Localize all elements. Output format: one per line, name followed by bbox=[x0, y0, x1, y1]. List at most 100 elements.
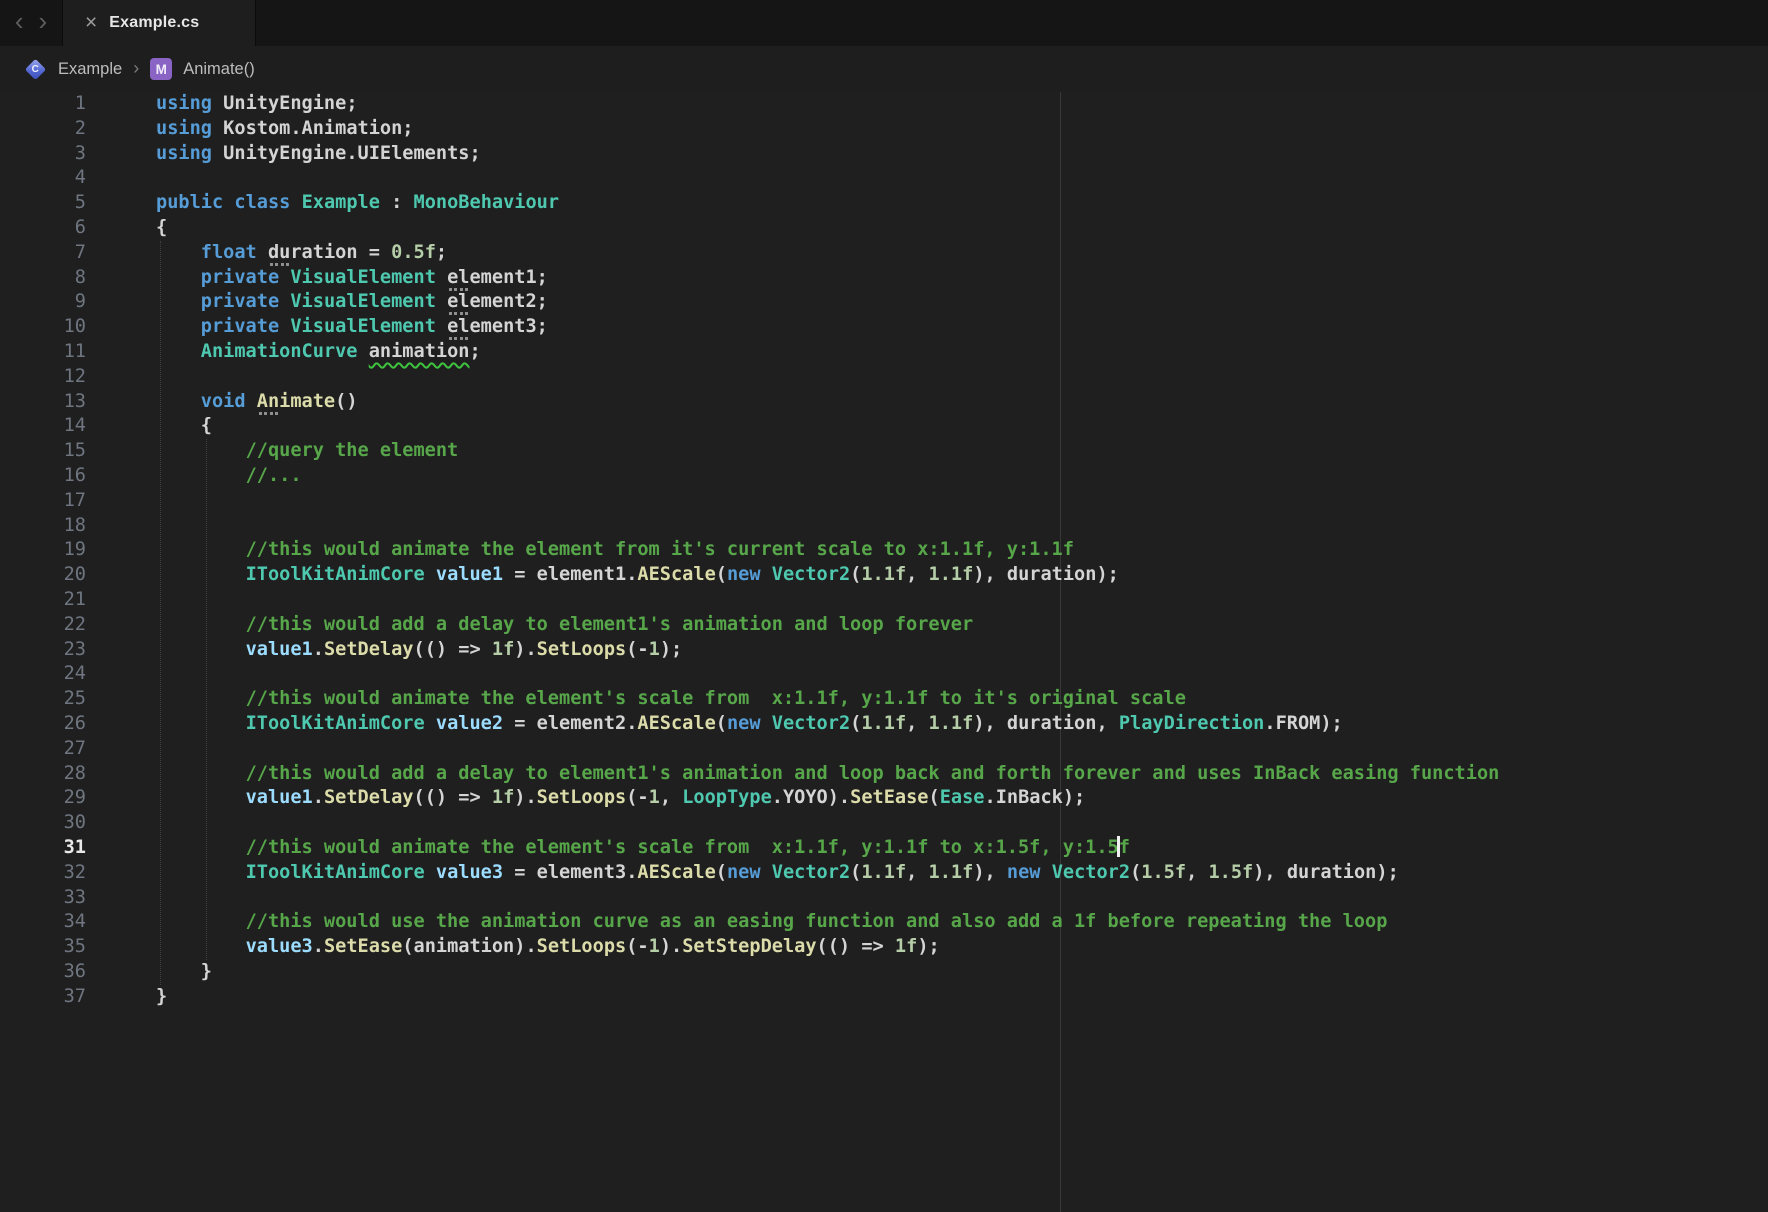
code-token: VisualElement bbox=[290, 291, 436, 312]
code-line[interactable]: 1using UnityEngine; bbox=[0, 92, 1768, 117]
breadcrumb-class[interactable]: Example bbox=[58, 60, 122, 79]
line-number[interactable]: 31 bbox=[0, 836, 86, 861]
tab-example-cs[interactable]: × Example.cs bbox=[62, 0, 256, 46]
code-line[interactable]: 12 bbox=[0, 365, 1768, 390]
code-line[interactable]: 25 //this would animate the element's sc… bbox=[0, 687, 1768, 712]
line-number[interactable]: 37 bbox=[0, 985, 86, 1010]
line-number[interactable]: 32 bbox=[0, 861, 86, 886]
code-line[interactable]: 4 bbox=[0, 166, 1768, 191]
line-number[interactable]: 36 bbox=[0, 960, 86, 985]
code-token: using bbox=[156, 93, 212, 114]
line-number[interactable]: 29 bbox=[0, 786, 86, 811]
code-token: 1f bbox=[492, 787, 514, 808]
code-token: float bbox=[201, 242, 257, 263]
line-number[interactable]: 13 bbox=[0, 390, 86, 415]
code-line[interactable]: 11 AnimationCurve animation; bbox=[0, 340, 1768, 365]
code-line[interactable]: 9 private VisualElement element2; bbox=[0, 290, 1768, 315]
line-number[interactable]: 17 bbox=[0, 489, 86, 514]
code-text: value1.SetDelay(() => 1f).SetLoops(-1, L… bbox=[156, 786, 1085, 811]
line-number[interactable]: 19 bbox=[0, 538, 86, 563]
line-number[interactable]: 3 bbox=[0, 142, 86, 167]
code-token: ; bbox=[436, 242, 447, 263]
code-token: , bbox=[660, 787, 682, 808]
code-line[interactable]: 23 value1.SetDelay(() => 1f).SetLoops(-1… bbox=[0, 638, 1768, 663]
code-line[interactable]: 29 value1.SetDelay(() => 1f).SetLoops(-1… bbox=[0, 786, 1768, 811]
code-line[interactable]: 18 bbox=[0, 514, 1768, 539]
breadcrumb-method[interactable]: Animate() bbox=[183, 60, 255, 79]
line-number[interactable]: 34 bbox=[0, 910, 86, 935]
code-token: . bbox=[313, 787, 324, 808]
code-token: 1 bbox=[649, 936, 660, 957]
line-number[interactable]: 21 bbox=[0, 588, 86, 613]
code-line[interactable]: 20 IToolKitAnimCore value1 = element1.AE… bbox=[0, 563, 1768, 588]
code-line[interactable]: 7 float duration = 0.5f; bbox=[0, 241, 1768, 266]
line-number[interactable]: 5 bbox=[0, 191, 86, 216]
code-line[interactable]: 19 //this would animate the element from… bbox=[0, 538, 1768, 563]
code-token: Vector2 bbox=[772, 713, 850, 734]
line-number[interactable]: 4 bbox=[0, 166, 86, 191]
code-line[interactable]: 16 //... bbox=[0, 464, 1768, 489]
code-line[interactable]: 34 //this would use the animation curve … bbox=[0, 910, 1768, 935]
line-number[interactable]: 1 bbox=[0, 92, 86, 117]
code-line[interactable]: 24 bbox=[0, 662, 1768, 687]
line-number[interactable]: 25 bbox=[0, 687, 86, 712]
line-number[interactable]: 16 bbox=[0, 464, 86, 489]
line-number[interactable]: 18 bbox=[0, 514, 86, 539]
line-number[interactable]: 14 bbox=[0, 414, 86, 439]
line-number[interactable]: 15 bbox=[0, 439, 86, 464]
nav-forward-icon[interactable]: › bbox=[39, 8, 48, 34]
code-editor[interactable]: 1using UnityEngine;2using Kostom.Animati… bbox=[0, 92, 1768, 1212]
code-text: //this would add a delay to element1's a… bbox=[156, 762, 1499, 787]
code-line[interactable]: 5public class Example : MonoBehaviour bbox=[0, 191, 1768, 216]
line-number[interactable]: 2 bbox=[0, 117, 86, 142]
code-line[interactable]: 2using Kostom.Animation; bbox=[0, 117, 1768, 142]
close-icon[interactable]: × bbox=[85, 12, 97, 33]
code-token: value2 bbox=[436, 713, 503, 734]
code-text: } bbox=[156, 985, 167, 1010]
line-number[interactable]: 24 bbox=[0, 662, 86, 687]
code-line[interactable]: 22 //this would add a delay to element1'… bbox=[0, 613, 1768, 638]
code-line[interactable]: 33 bbox=[0, 886, 1768, 911]
code-line[interactable]: 6{ bbox=[0, 216, 1768, 241]
code-line[interactable]: 14 { bbox=[0, 414, 1768, 439]
code-line[interactable]: 32 IToolKitAnimCore value3 = element3.AE… bbox=[0, 861, 1768, 886]
code-line[interactable]: 10 private VisualElement element3; bbox=[0, 315, 1768, 340]
line-number[interactable]: 6 bbox=[0, 216, 86, 241]
code-line[interactable]: 35 value3.SetEase(animation).SetLoops(-1… bbox=[0, 935, 1768, 960]
code-line[interactable]: 37} bbox=[0, 985, 1768, 1010]
line-number[interactable]: 12 bbox=[0, 365, 86, 390]
code-line[interactable]: 28 //this would add a delay to element1'… bbox=[0, 762, 1768, 787]
line-number[interactable]: 26 bbox=[0, 712, 86, 737]
code-line[interactable]: 13 void Animate() bbox=[0, 390, 1768, 415]
line-number[interactable]: 33 bbox=[0, 886, 86, 911]
code-line[interactable]: 36 } bbox=[0, 960, 1768, 985]
code-line[interactable]: 8 private VisualElement element1; bbox=[0, 266, 1768, 291]
code-line[interactable]: 3using UnityEngine.UIElements; bbox=[0, 142, 1768, 167]
line-number[interactable]: 8 bbox=[0, 266, 86, 291]
line-number[interactable]: 28 bbox=[0, 762, 86, 787]
line-number[interactable]: 7 bbox=[0, 241, 86, 266]
code-line[interactable]: 27 bbox=[0, 737, 1768, 762]
code-token: new bbox=[727, 564, 761, 585]
code-line[interactable]: 31 //this would animate the element's sc… bbox=[0, 836, 1768, 861]
line-number[interactable]: 23 bbox=[0, 638, 86, 663]
line-number[interactable]: 11 bbox=[0, 340, 86, 365]
line-number[interactable]: 30 bbox=[0, 811, 86, 836]
line-number[interactable]: 35 bbox=[0, 935, 86, 960]
code-line[interactable]: 26 IToolKitAnimCore value2 = element2.AE… bbox=[0, 712, 1768, 737]
code-line[interactable]: 17 bbox=[0, 489, 1768, 514]
code-line[interactable]: 30 bbox=[0, 811, 1768, 836]
code-text: { bbox=[156, 216, 167, 241]
line-number[interactable]: 27 bbox=[0, 737, 86, 762]
code-token bbox=[156, 688, 246, 709]
code-line[interactable]: 21 bbox=[0, 588, 1768, 613]
code-token bbox=[436, 316, 447, 337]
line-number[interactable]: 22 bbox=[0, 613, 86, 638]
line-number[interactable]: 9 bbox=[0, 290, 86, 315]
line-number[interactable]: 10 bbox=[0, 315, 86, 340]
code-token: AEScale bbox=[637, 713, 715, 734]
line-number[interactable]: 20 bbox=[0, 563, 86, 588]
code-token bbox=[425, 564, 436, 585]
nav-back-icon[interactable]: ‹ bbox=[15, 8, 24, 34]
code-line[interactable]: 15 //query the element bbox=[0, 439, 1768, 464]
